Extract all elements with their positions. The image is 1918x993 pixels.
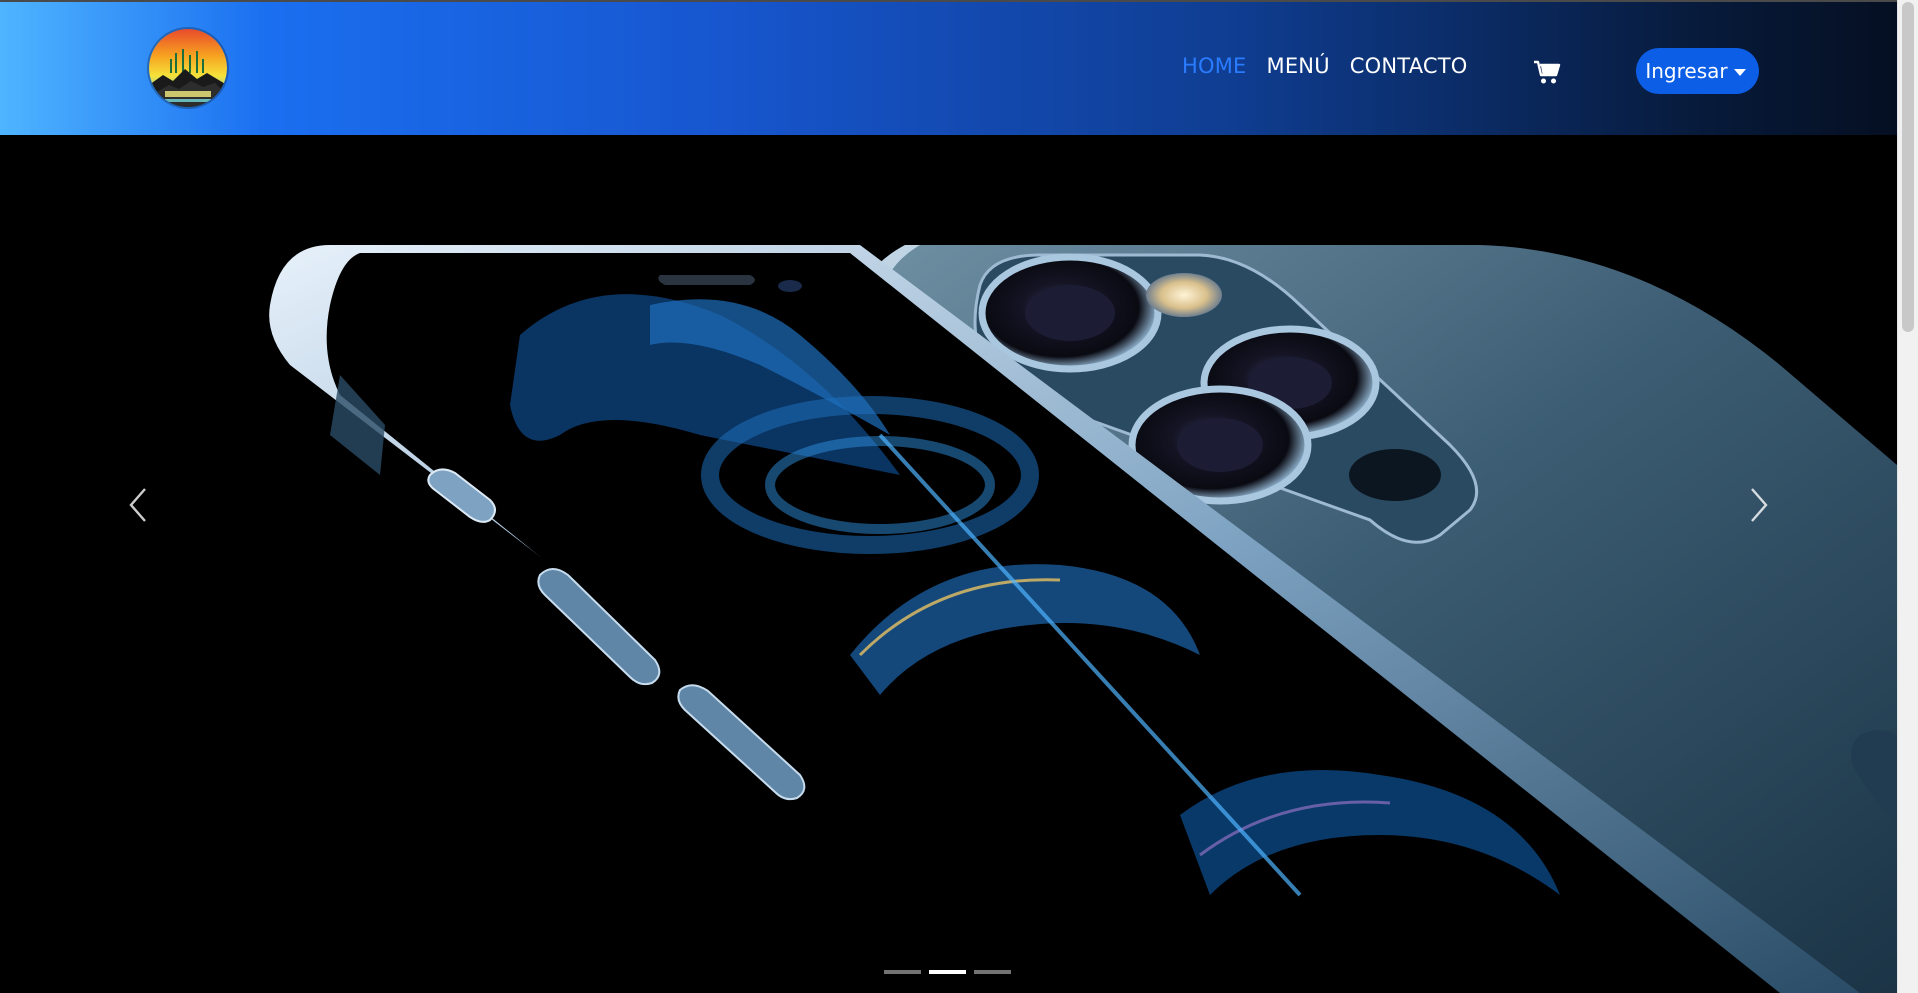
nav-link-home[interactable]: HOME <box>1182 52 1247 80</box>
login-button-label: Ingresar <box>1645 59 1728 83</box>
carousel-indicator-3[interactable] <box>974 970 1011 974</box>
scrollbar-thumb[interactable] <box>1902 2 1914 332</box>
carousel-prev-button[interactable] <box>112 475 172 535</box>
caret-down-icon <box>1733 68 1746 76</box>
browser-viewport: HOME MENÚ CONTACTO Ingresar <box>0 0 1918 993</box>
carousel-indicators <box>884 970 1011 974</box>
carousel-next-button[interactable] <box>1725 475 1785 535</box>
chevron-left-icon <box>129 488 146 522</box>
carousel-slide-image <box>0 135 1897 993</box>
nav-link-contacto[interactable]: CONTACTO <box>1350 52 1468 80</box>
logo[interactable] <box>149 29 227 107</box>
nav-link-menu[interactable]: MENÚ <box>1267 52 1330 80</box>
mountain-sunset-logo-icon <box>149 29 227 107</box>
page-scrollbar[interactable] <box>1897 0 1918 993</box>
chevron-right-icon <box>1751 488 1768 522</box>
login-dropdown-button[interactable]: Ingresar <box>1636 48 1759 94</box>
main-nav: HOME MENÚ CONTACTO <box>1182 52 1468 80</box>
navbar: HOME MENÚ CONTACTO Ingresar <box>0 0 1897 135</box>
carousel-indicator-2[interactable] <box>929 970 966 974</box>
hero-carousel <box>0 135 1897 993</box>
page: HOME MENÚ CONTACTO Ingresar <box>0 0 1897 993</box>
shopping-cart-icon[interactable] <box>1533 59 1561 85</box>
carousel-indicator-1[interactable] <box>884 970 921 974</box>
